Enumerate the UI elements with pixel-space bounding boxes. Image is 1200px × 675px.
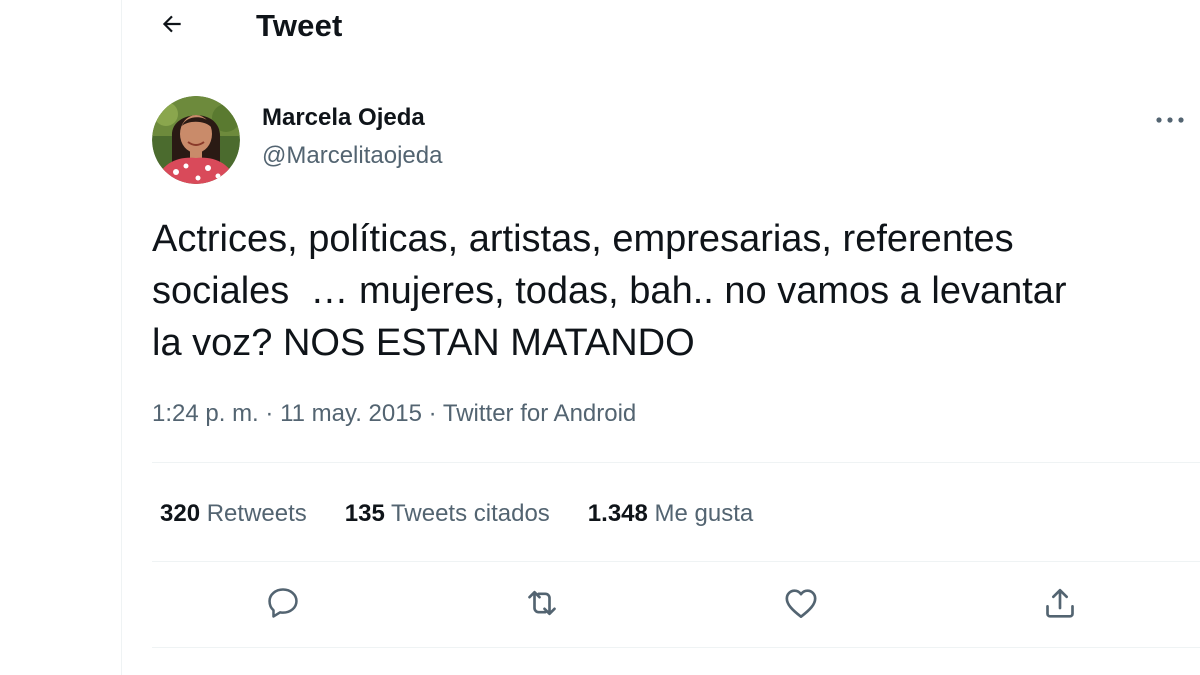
quotes-count: 135	[344, 500, 385, 527]
retweets-stat[interactable]: 320 Retweets	[160, 497, 307, 531]
tweet-meta: 1:24 p. m. · 11 may. 2015 · Twitter for …	[152, 398, 636, 430]
meta-separator: ·	[428, 400, 437, 427]
share-icon	[1040, 583, 1080, 628]
likes-label: Me gusta	[654, 500, 754, 527]
retweets-label: Retweets	[206, 500, 307, 527]
heart-icon	[781, 583, 821, 628]
tweet-detail-page: Tweet Marcela Ojeda @Marcelitaojeda Actr…	[0, 0, 1200, 675]
avatar[interactable]	[152, 96, 240, 184]
likes-count: 1.348	[587, 500, 648, 527]
divider	[152, 462, 1200, 463]
tweet-actions	[152, 580, 1200, 630]
share-button[interactable]	[1035, 580, 1085, 630]
tweet-date[interactable]: 11 may. 2015	[280, 400, 422, 427]
tweet-stats: 320 Retweets 135 Tweets citados 1.348 Me…	[160, 497, 791, 531]
quotes-stat[interactable]: 135 Tweets citados	[345, 497, 550, 531]
author-display-name[interactable]: Marcela Ojeda	[262, 103, 425, 133]
more-dots-icon	[1155, 111, 1185, 129]
quotes-label: Tweets citados	[391, 500, 550, 527]
page-title: Tweet	[256, 8, 343, 43]
divider	[152, 647, 1200, 648]
arrow-left-icon	[159, 11, 185, 42]
like-button[interactable]	[776, 580, 826, 630]
page-header: Tweet	[122, 0, 1200, 52]
left-navigation-rail	[0, 0, 122, 675]
author-handle[interactable]: @Marcelitaojeda	[262, 141, 442, 171]
likes-stat[interactable]: 1.348 Me gusta	[588, 497, 753, 531]
back-button[interactable]	[152, 6, 192, 46]
divider	[152, 561, 1200, 562]
more-options-button[interactable]	[1148, 100, 1192, 140]
reply-icon	[264, 584, 302, 627]
tweet-text: Actrices, políticas, artistas, empresari…	[152, 218, 1067, 364]
tweet-source[interactable]: Twitter for Android	[443, 400, 636, 427]
meta-separator: ·	[265, 400, 274, 427]
reply-button[interactable]	[258, 580, 308, 630]
retweets-count: 320	[160, 500, 201, 527]
retweet-button[interactable]	[517, 580, 567, 630]
tweet-time[interactable]: 1:24 p. m.	[152, 400, 259, 427]
retweet-icon	[522, 583, 562, 628]
